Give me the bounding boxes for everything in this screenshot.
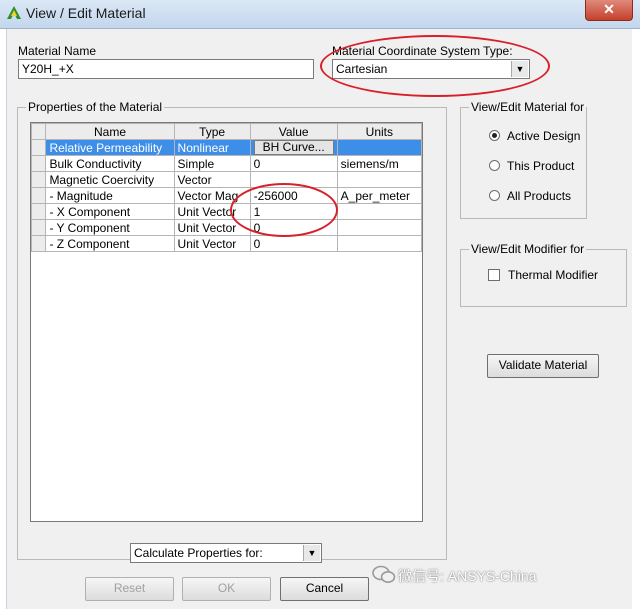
cell-units[interactable] <box>336 235 423 252</box>
column-header-name[interactable]: Name <box>45 123 175 140</box>
cell-type[interactable]: Vector Mag <box>173 187 251 204</box>
material-name-label: Material Name <box>18 44 97 58</box>
radio-active-design[interactable]: Active Design <box>489 129 580 143</box>
checkbox-icon[interactable] <box>488 268 500 281</box>
radio-label: This Product <box>507 159 575 173</box>
wechat-icon <box>372 565 396 583</box>
cell-name[interactable]: - Z Component <box>45 235 175 252</box>
radio-all-products[interactable]: All Products <box>489 189 571 203</box>
table-header-row: Name Type Value Units <box>30 123 423 140</box>
cell-units[interactable] <box>336 219 423 236</box>
cell-type[interactable]: Nonlinear <box>173 139 251 156</box>
cell-type[interactable]: Unit Vector <box>173 235 251 252</box>
material-name-input[interactable]: Y20H_+X <box>18 59 314 79</box>
properties-group-title: Properties of the Material <box>26 100 165 114</box>
reset-button[interactable]: Reset <box>85 577 174 601</box>
cell-name[interactable]: Magnetic Coercivity <box>45 171 175 188</box>
table-row[interactable]: - X Component Unit Vector 1 <box>30 203 423 220</box>
title-bar: View / Edit Material ✕ <box>0 0 640 29</box>
table-row[interactable]: - Y Component Unit Vector 0 <box>30 219 423 236</box>
row-header[interactable] <box>30 171 47 188</box>
row-header[interactable] <box>30 203 47 220</box>
validate-material-button[interactable]: Validate Material <box>487 354 599 378</box>
table-row[interactable]: - Z Component Unit Vector 0 <box>30 235 423 252</box>
cell-type[interactable]: Unit Vector <box>173 219 251 236</box>
cell-name[interactable]: - Magnitude <box>45 187 175 204</box>
bh-curve-button[interactable]: BH Curve... <box>253 140 334 155</box>
radio-selected-icon[interactable] <box>489 130 500 142</box>
cell-type[interactable]: Unit Vector <box>173 203 251 220</box>
cell-value[interactable]: BH Curve... <box>249 139 338 156</box>
coordinate-system-value: Cartesian <box>336 62 388 76</box>
cell-type[interactable]: Vector <box>173 171 251 188</box>
modifier-group-title: View/Edit Modifier for <box>469 242 587 256</box>
cell-units[interactable] <box>336 139 423 156</box>
calculate-properties-value: Calculate Properties for: <box>134 546 263 560</box>
ok-button[interactable]: OK <box>182 577 271 601</box>
checkbox-label: Thermal Modifier <box>508 268 599 282</box>
table-row[interactable]: - Magnitude Vector Mag -256000 A_per_met… <box>30 187 423 204</box>
radio-icon[interactable] <box>489 190 500 202</box>
row-header[interactable] <box>30 219 47 236</box>
cell-units[interactable] <box>336 171 423 188</box>
column-header-value[interactable]: Value <box>249 123 338 140</box>
row-header[interactable] <box>30 139 47 156</box>
cell-name[interactable]: Bulk Conductivity <box>45 155 175 172</box>
close-button[interactable]: ✕ <box>585 0 633 21</box>
chevron-down-icon[interactable]: ▼ <box>511 61 528 77</box>
radio-label: Active Design <box>507 129 581 143</box>
coordinate-system-dropdown[interactable]: Cartesian ▼ <box>332 59 530 79</box>
table-row[interactable]: Bulk Conductivity Simple 0 siemens/m <box>30 155 423 172</box>
column-header-type[interactable]: Type <box>173 123 251 140</box>
cell-name[interactable]: - X Component <box>45 203 175 220</box>
cell-units[interactable]: siemens/m <box>336 155 423 172</box>
table-row[interactable]: Relative Permeability Nonlinear BH Curve… <box>30 139 423 156</box>
thermal-modifier-checkbox[interactable]: Thermal Modifier <box>488 268 598 282</box>
coordinate-system-label: Material Coordinate System Type: <box>332 44 513 58</box>
cell-value[interactable]: 1 <box>249 203 338 220</box>
corner-header <box>30 123 47 140</box>
table-row[interactable]: Magnetic Coercivity Vector <box>30 171 423 188</box>
cell-units[interactable] <box>336 203 423 220</box>
cell-units[interactable]: A_per_meter <box>336 187 423 204</box>
radio-this-product[interactable]: This Product <box>489 159 574 173</box>
view-edit-for-title: View/Edit Material for <box>469 100 587 114</box>
cell-name[interactable]: Relative Permeability <box>45 139 175 156</box>
row-header[interactable] <box>30 235 47 252</box>
chevron-down-icon[interactable]: ▼ <box>303 545 320 561</box>
cell-type[interactable]: Simple <box>173 155 251 172</box>
properties-table: Name Type Value Units Relative Permeabil… <box>30 123 423 252</box>
row-header[interactable] <box>30 155 47 172</box>
cell-value[interactable] <box>249 171 338 188</box>
dialog-body: Material Name Y20H_+X Material Coordinat… <box>6 29 632 609</box>
cell-value[interactable]: -256000 <box>249 187 338 204</box>
radio-label: All Products <box>507 189 572 203</box>
radio-icon[interactable] <box>489 160 500 172</box>
ansys-logo-icon <box>7 6 21 19</box>
watermark-text: 微信号: ANSYS-China <box>398 568 537 584</box>
cell-value[interactable]: 0 <box>249 219 338 236</box>
close-icon: ✕ <box>603 1 615 17</box>
calculate-properties-dropdown[interactable]: Calculate Properties for: ▼ <box>130 543 322 563</box>
cell-name[interactable]: - Y Component <box>45 219 175 236</box>
row-header[interactable] <box>30 187 47 204</box>
cancel-button[interactable]: Cancel <box>280 577 369 601</box>
cell-value[interactable]: 0 <box>249 235 338 252</box>
column-header-units[interactable]: Units <box>336 123 423 140</box>
properties-grid: Name Type Value Units Relative Permeabil… <box>30 122 423 522</box>
cell-value[interactable]: 0 <box>249 155 338 172</box>
window-title: View / Edit Material <box>26 5 146 21</box>
